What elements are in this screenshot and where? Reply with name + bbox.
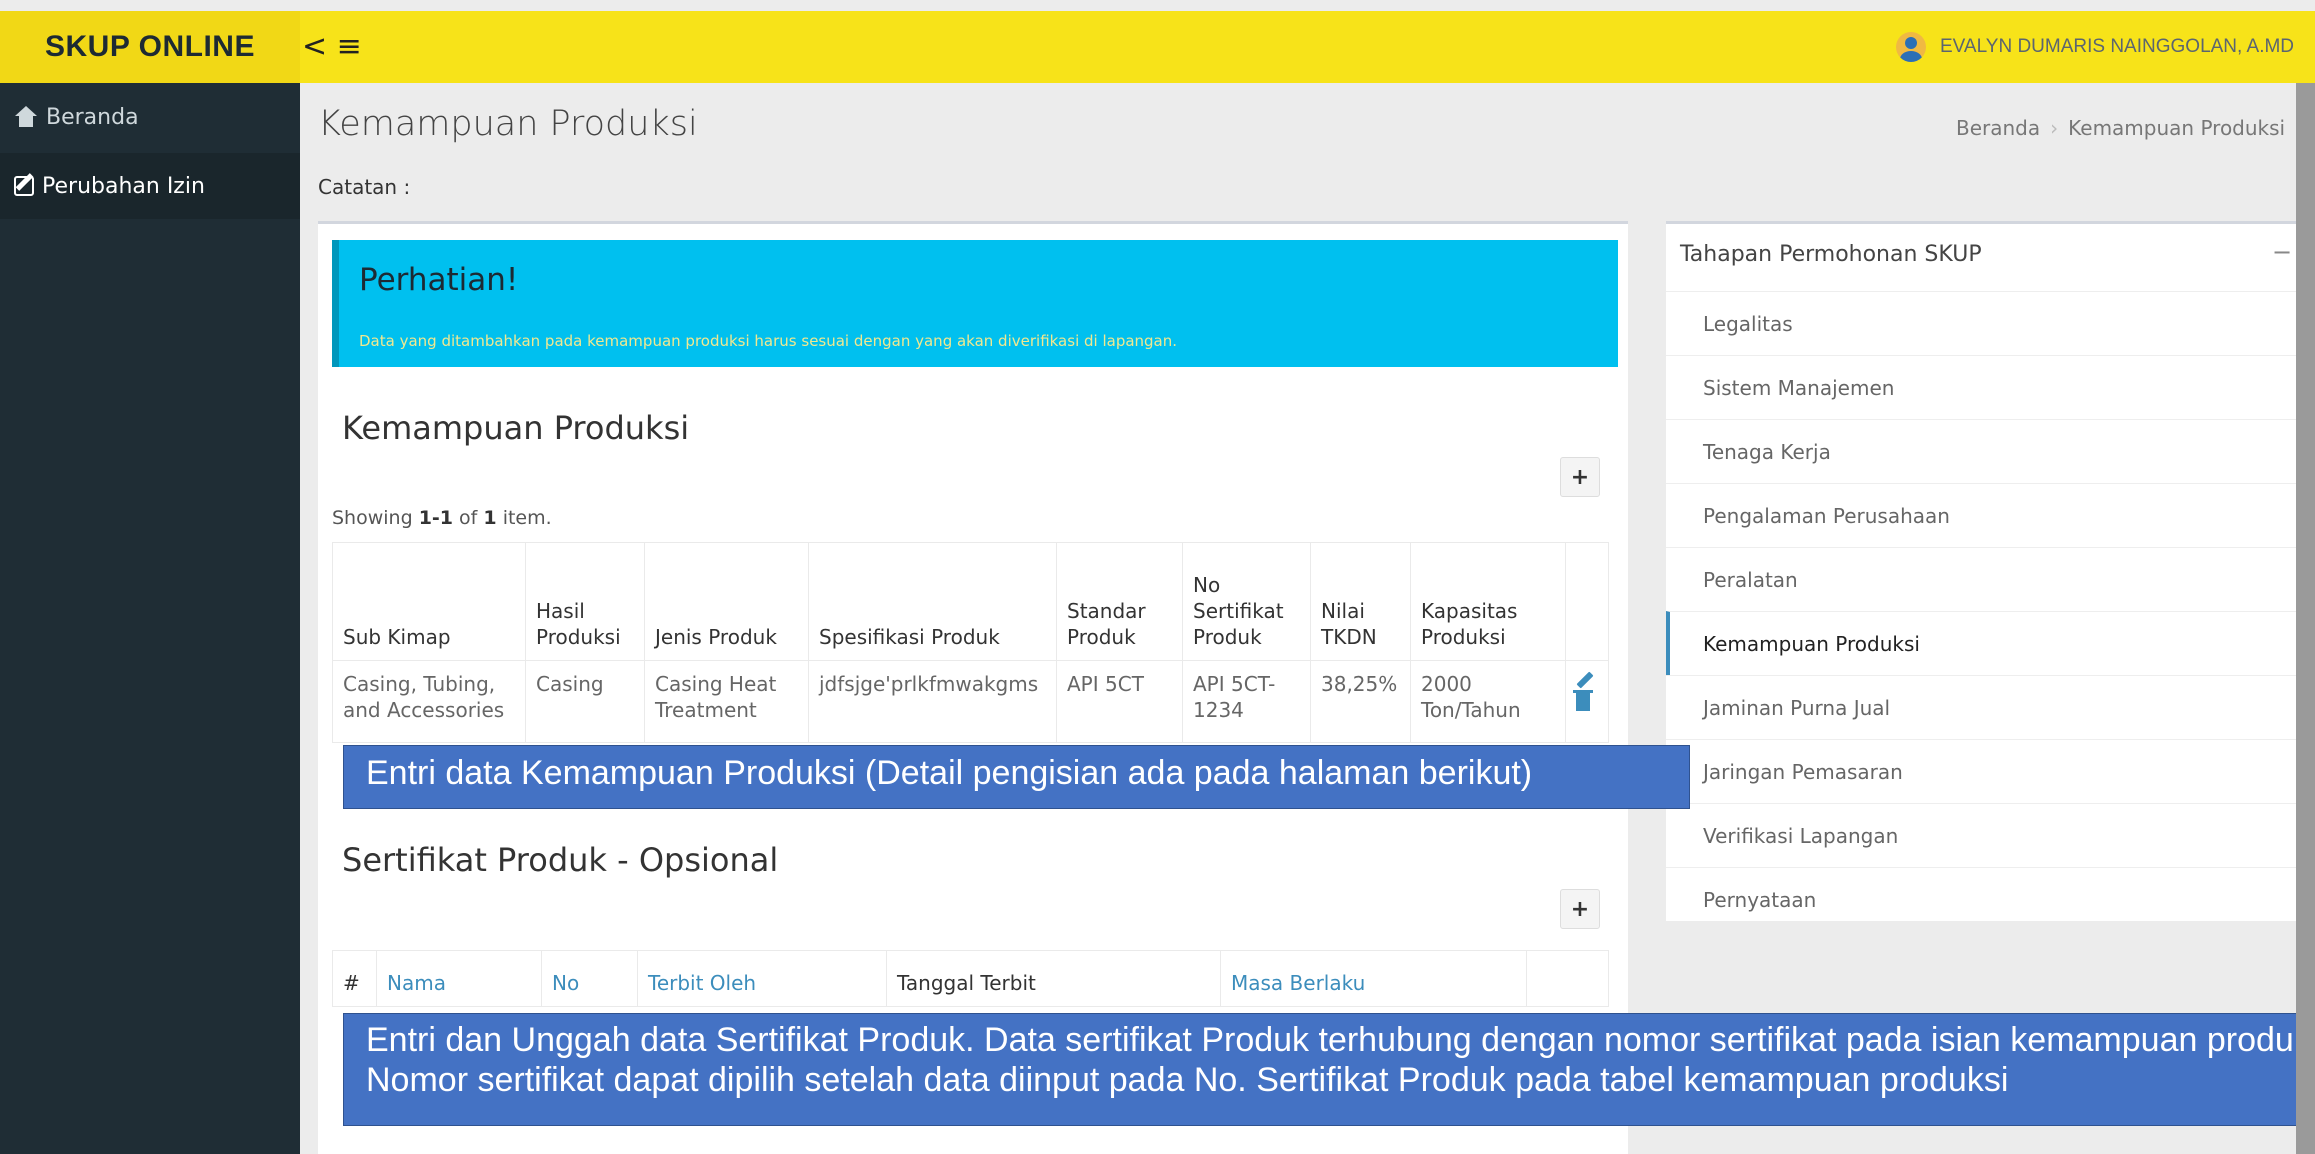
annotation-callout-sertifikat: Entri dan Unggah data Sertifikat Produk.…: [343, 1013, 2315, 1126]
col-jenis-produk: Jenis Produk: [644, 542, 809, 661]
cell-actions: [1565, 660, 1609, 743]
cell-nilai-tkdn: 38,25%: [1310, 660, 1411, 743]
edit-icon: [14, 176, 34, 196]
col-sub-kimap: Sub Kimap: [332, 542, 526, 661]
summary-suffix: item.: [496, 507, 552, 529]
col-number: #: [332, 950, 377, 1007]
col-nama-sort-link[interactable]: Nama: [376, 950, 542, 1007]
tahapan-step-legalitas[interactable]: Legalitas: [1666, 291, 2296, 355]
col-no-sort-link[interactable]: No: [541, 950, 638, 1007]
breadcrumb-home-link[interactable]: Beranda: [1956, 116, 2040, 140]
tahapan-step-jaringan-pemasaran[interactable]: Jaringan Pemasaran: [1666, 739, 2296, 803]
sertifikat-table: # Nama No Terbit Oleh Tanggal Terbit Mas…: [332, 950, 1609, 1007]
add-sertifikat-button[interactable]: +: [1560, 889, 1600, 929]
home-icon: [14, 106, 38, 128]
edit-pencil-icon[interactable]: [1576, 671, 1594, 689]
cell-jenis-produk: Casing Heat Treatment: [644, 660, 809, 743]
sidebar: Beranda Perubahan Izin: [0, 83, 300, 1154]
summary-range: 1-1: [418, 507, 454, 529]
screen: SKUP ONLINE < ≡ EVALYN DUMARIS NAINGGOLA…: [0, 0, 2315, 1154]
app-logo[interactable]: SKUP ONLINE: [0, 11, 300, 83]
app-title: SKUP ONLINE: [45, 30, 255, 63]
summary-mid: of: [453, 507, 484, 529]
table-row: Casing, Tubing, and Accessories Casing C…: [332, 660, 1609, 743]
collapse-panel-button[interactable]: −: [2272, 238, 2292, 266]
tahapan-step-sistem-manajemen[interactable]: Sistem Manajemen: [1666, 355, 2296, 419]
tahapan-step-kemampuan-produksi[interactable]: Kemampuan Produksi: [1666, 611, 2296, 675]
col-spesifikasi-produk: Spesifikasi Produk: [808, 542, 1057, 661]
page-title: Kemampuan Produksi: [318, 104, 698, 144]
col-actions: [1565, 542, 1609, 661]
tahapan-panel: Tahapan Permohonan SKUP − Legalitas Siste…: [1666, 221, 2296, 921]
callout-title: Perhatian!: [359, 262, 519, 298]
attention-callout: Perhatian! Data yang ditambahkan pada ke…: [332, 240, 1618, 367]
cell-sub-kimap: Casing, Tubing, and Accessories: [332, 660, 526, 743]
summary-text: Showing 1-1 of 1 item.: [332, 507, 552, 529]
col-terbit-oleh-sort-link[interactable]: Terbit Oleh: [637, 950, 887, 1007]
catatan-label: Catatan :: [318, 175, 411, 199]
tahapan-step-jaminan-purna-jual[interactable]: Jaminan Purna Jual: [1666, 675, 2296, 739]
annotation-text-line1: Entri dan Unggah data Sertifikat Produk.…: [366, 1021, 2315, 1059]
annotation-text-line2: Nomor sertifikat dapat dipilih setelah d…: [366, 1061, 2009, 1099]
cell-kapasitas-produksi: 2000 Ton/Tahun: [1410, 660, 1566, 743]
kemampuan-section-title: Kemampuan Produksi: [342, 409, 690, 447]
delete-trash-icon[interactable]: [1573, 690, 1593, 711]
user-menu[interactable]: EVALYN DUMARIS NAINGGOLAN, A.MD: [1896, 30, 2294, 64]
tahapan-title: Tahapan Permohonan SKUP: [1680, 242, 1982, 267]
annotation-text: Entri data Kemampuan Produksi (Detail pe…: [366, 754, 1533, 792]
tahapan-step-tenaga-kerja[interactable]: Tenaga Kerja: [1666, 419, 2296, 483]
top-band: [0, 0, 2315, 11]
col-hasil-produksi: Hasil Produksi: [525, 542, 645, 661]
cell-no-sertifikat: API 5CT-1234: [1182, 660, 1311, 743]
kemampuan-table: Sub Kimap Hasil Produksi Jenis Produk Sp…: [332, 542, 1609, 743]
window-edge-strip: [2296, 83, 2315, 1154]
add-kemampuan-button[interactable]: +: [1560, 457, 1600, 497]
sertifikat-section-title: Sertifikat Produk - Opsional: [342, 841, 779, 879]
col-tanggal-terbit: Tanggal Terbit: [886, 950, 1221, 1007]
tahapan-step-peralatan[interactable]: Peralatan: [1666, 547, 2296, 611]
summary-prefix: Showing: [332, 507, 419, 529]
sidebar-toggle-button[interactable]: < ≡: [302, 29, 362, 64]
cell-hasil-produksi: Casing: [525, 660, 645, 743]
breadcrumb-separator-icon: ›: [2050, 116, 2059, 140]
breadcrumb-current: Kemampuan Produksi: [2068, 116, 2286, 140]
callout-text: Data yang ditambahkan pada kemampuan pro…: [359, 332, 1178, 350]
sidebar-item-perubahan-izin[interactable]: Perubahan Izin: [0, 153, 300, 219]
col-no-sertifikat: No Sertifikat Produk: [1182, 542, 1311, 661]
tahapan-step-pengalaman-perusahaan[interactable]: Pengalaman Perusahaan: [1666, 483, 2296, 547]
top-navbar: SKUP ONLINE < ≡ EVALYN DUMARIS NAINGGOLA…: [0, 11, 2315, 83]
user-avatar-icon: [1896, 32, 1926, 62]
col-standar-produk: Standar Produk: [1056, 542, 1183, 661]
breadcrumb: Beranda › Kemampuan Produksi: [1956, 116, 2285, 140]
cell-standar-produk: API 5CT: [1056, 660, 1183, 743]
sidebar-item-beranda[interactable]: Beranda: [0, 83, 300, 151]
cell-spesifikasi-produk: jdfsjge'prlkfmwakgms: [808, 660, 1057, 743]
table-header-row: # Nama No Terbit Oleh Tanggal Terbit Mas…: [332, 950, 1609, 1007]
summary-total: 1: [483, 507, 497, 529]
sidebar-item-label: Beranda: [46, 104, 139, 130]
col-masa-berlaku-sort-link[interactable]: Masa Berlaku: [1220, 950, 1527, 1007]
table-header-row: Sub Kimap Hasil Produksi Jenis Produk Sp…: [332, 542, 1609, 661]
col-kapasitas-produksi: Kapasitas Produksi: [1410, 542, 1566, 661]
annotation-callout-kemampuan: Entri data Kemampuan Produksi (Detail pe…: [343, 745, 1690, 809]
sidebar-item-label: Perubahan Izin: [42, 173, 205, 199]
tahapan-step-pernyataan[interactable]: Pernyataan: [1666, 867, 2296, 931]
col-actions: [1526, 950, 1609, 1007]
col-nilai-tkdn: Nilai TKDN: [1310, 542, 1411, 661]
user-name: EVALYN DUMARIS NAINGGOLAN, A.MD: [1940, 36, 2295, 57]
tahapan-step-verifikasi-lapangan[interactable]: Verifikasi Lapangan: [1666, 803, 2296, 867]
